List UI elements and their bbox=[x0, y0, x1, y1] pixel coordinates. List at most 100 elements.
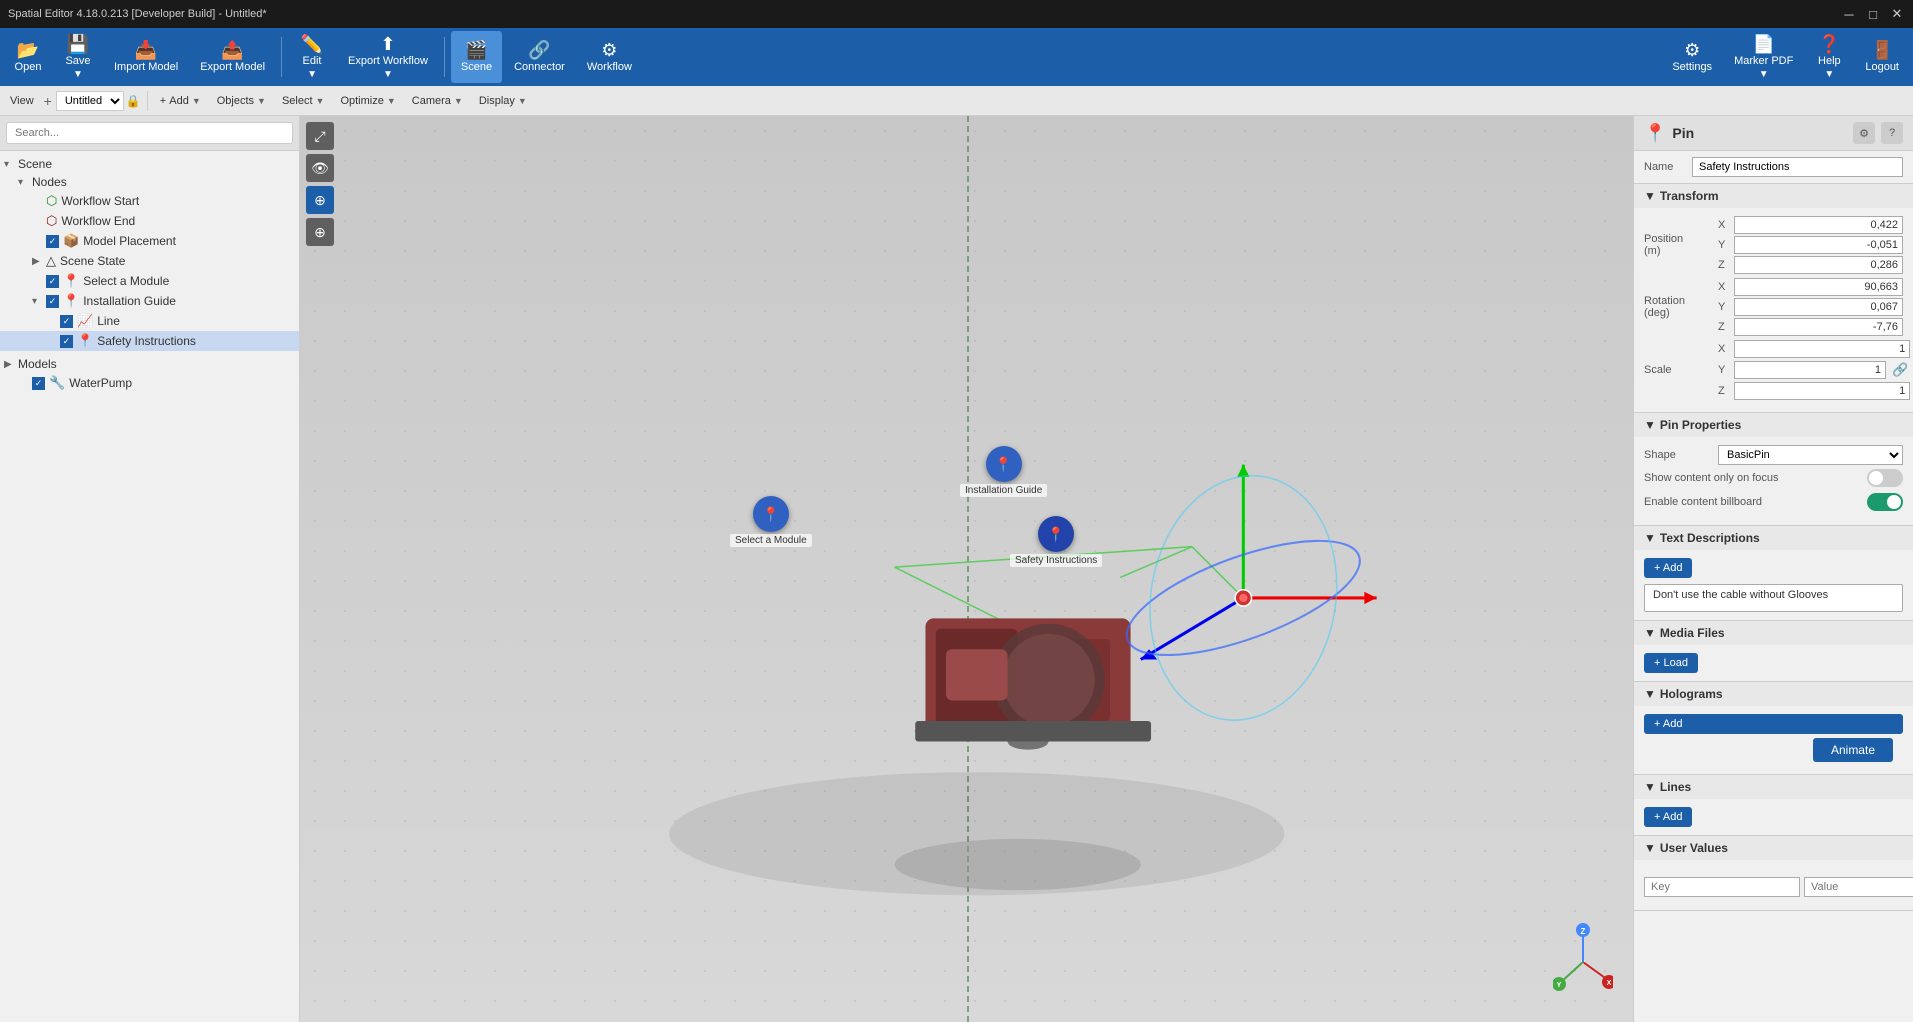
open-button[interactable]: 📂 Open bbox=[4, 31, 52, 83]
tree-item-workflow-start[interactable]: ⬡ Workflow Start bbox=[0, 191, 299, 211]
water-pump-checkbox[interactable]: ✓ bbox=[32, 377, 45, 390]
text-description-box[interactable]: Don't use the cable without Glooves bbox=[1644, 584, 1903, 612]
toolbar-right: ⚙ Settings 📄 Marker PDF ▼ ❓ Help ▼ 🚪 Log… bbox=[1662, 31, 1909, 83]
rp-help-btn[interactable]: ? bbox=[1881, 122, 1903, 144]
lines-header[interactable]: ▼ Lines bbox=[1634, 775, 1913, 799]
logout-button[interactable]: 🚪 Logout bbox=[1855, 31, 1909, 83]
search-input[interactable] bbox=[6, 122, 293, 144]
add-dropdown-arrow: ▼ bbox=[192, 96, 201, 106]
export-workflow-button[interactable]: ⬆ Export Workflow ▼ bbox=[338, 31, 438, 83]
tree-item-installation-guide[interactable]: ▾ ✓ 📍 Installation Guide bbox=[0, 291, 299, 311]
workflow-tab[interactable]: ⚙ Workflow bbox=[577, 31, 642, 83]
position-z-input[interactable] bbox=[1734, 256, 1903, 274]
rotation-z-input[interactable] bbox=[1734, 318, 1903, 336]
select-btn[interactable]: Select ▼ bbox=[276, 93, 331, 109]
text-add-button[interactable]: + Add bbox=[1644, 558, 1692, 578]
close-btn[interactable]: ✕ bbox=[1889, 6, 1905, 22]
untitled-select[interactable]: Untitled bbox=[56, 91, 124, 111]
select-dropdown-arrow: ▼ bbox=[316, 96, 325, 106]
edit-button[interactable]: ✏️ Edit ▼ bbox=[288, 31, 336, 83]
minimize-btn[interactable]: ─ bbox=[1841, 6, 1857, 22]
view-label: View bbox=[4, 93, 40, 109]
position-y-input[interactable] bbox=[1734, 236, 1903, 254]
scale-lock-icon[interactable]: 🔗 bbox=[1890, 360, 1910, 380]
scale-y-input[interactable] bbox=[1734, 361, 1886, 379]
line-checkbox[interactable]: ✓ bbox=[60, 315, 73, 328]
tree-item-safety-instructions[interactable]: ✓ 📍 Safety Instructions bbox=[0, 331, 299, 351]
models-expand-arrow[interactable]: ▶ bbox=[4, 359, 18, 370]
select-module-pin[interactable]: 📍 Select a Module bbox=[730, 496, 812, 547]
media-files-section: ▼ Media Files + Load bbox=[1634, 621, 1913, 682]
user-values-header[interactable]: ▼ User Values bbox=[1634, 836, 1913, 860]
add-btn[interactable]: + Add ▼ bbox=[154, 93, 207, 109]
tree-item-line[interactable]: ✓ 📈 Line bbox=[0, 311, 299, 331]
scale-x-input[interactable] bbox=[1734, 340, 1910, 358]
save-button[interactable]: 💾 Save ▼ bbox=[54, 31, 102, 83]
help-button[interactable]: ❓ Help ▼ bbox=[1805, 31, 1853, 83]
lock-icon: 🔒 bbox=[126, 94, 141, 108]
import-model-button[interactable]: 📥 Import Model bbox=[104, 31, 188, 83]
camera-btn[interactable]: Camera ▼ bbox=[406, 93, 469, 109]
settings-button[interactable]: ⚙ Settings bbox=[1662, 31, 1722, 83]
pin-properties-section: ▼ Pin Properties Shape BasicPin Show con… bbox=[1634, 413, 1913, 526]
installation-guide-expand-arrow[interactable]: ▾ bbox=[32, 296, 46, 307]
text-descriptions-section: ▼ Text Descriptions + Add Don't use the … bbox=[1634, 526, 1913, 621]
nodes-expand-arrow[interactable]: ▾ bbox=[18, 177, 32, 188]
export-model-button[interactable]: 📤 Export Model bbox=[190, 31, 275, 83]
scene-state-expand-arrow[interactable]: ▶ bbox=[32, 256, 46, 267]
installation-guide-checkbox[interactable]: ✓ bbox=[46, 295, 59, 308]
marker-pdf-button[interactable]: 📄 Marker PDF ▼ bbox=[1724, 31, 1803, 83]
tree-item-scene[interactable]: ▾ Scene bbox=[0, 155, 299, 173]
lines-add-button[interactable]: + Add bbox=[1644, 807, 1692, 827]
connector-tab[interactable]: 🔗 Connector bbox=[504, 31, 575, 83]
pin-properties-header[interactable]: ▼ Pin Properties bbox=[1634, 413, 1913, 437]
tree-item-model-placement[interactable]: ✓ 📦 Model Placement bbox=[0, 231, 299, 251]
holograms-header[interactable]: ▼ Holograms bbox=[1634, 682, 1913, 706]
user-values-content: + Add bbox=[1634, 860, 1913, 910]
maximize-btn[interactable]: □ bbox=[1865, 6, 1881, 22]
media-load-button[interactable]: + Load bbox=[1644, 653, 1698, 673]
holograms-add-button[interactable]: + Add bbox=[1644, 714, 1903, 734]
export-workflow-icon: ⬆ bbox=[380, 35, 395, 53]
objects-btn[interactable]: Objects ▼ bbox=[211, 93, 272, 109]
user-values-value-input[interactable] bbox=[1804, 877, 1913, 897]
model-placement-checkbox[interactable]: ✓ bbox=[46, 235, 59, 248]
media-files-header[interactable]: ▼ Media Files bbox=[1634, 621, 1913, 645]
tree-item-scene-state[interactable]: ▶ △ Scene State bbox=[0, 251, 299, 271]
tree-item-workflow-end[interactable]: ⬡ Workflow End bbox=[0, 211, 299, 231]
tree-item-select-module[interactable]: ✓ 📍 Select a Module bbox=[0, 271, 299, 291]
rot-x-label: X bbox=[1718, 281, 1730, 293]
enable-billboard-toggle[interactable] bbox=[1867, 493, 1903, 511]
position-x-input[interactable] bbox=[1734, 216, 1903, 234]
safety-instructions-pin[interactable]: 📍 Safety Instructions bbox=[1010, 516, 1102, 567]
user-values-key-input[interactable] bbox=[1644, 877, 1800, 897]
rp-name-input[interactable] bbox=[1692, 157, 1903, 177]
scale-y-label: Y bbox=[1718, 364, 1730, 376]
holograms-collapse-icon: ▼ bbox=[1644, 687, 1656, 701]
tree-item-nodes[interactable]: ▾ Nodes bbox=[0, 173, 299, 191]
scene-expand-arrow[interactable]: ▾ bbox=[4, 159, 18, 170]
rotation-y-input[interactable] bbox=[1734, 298, 1903, 316]
show-content-toggle[interactable] bbox=[1867, 469, 1903, 487]
text-descriptions-header[interactable]: ▼ Text Descriptions bbox=[1634, 526, 1913, 550]
show-content-label: Show content only on focus bbox=[1644, 472, 1859, 484]
scene-tab[interactable]: 🎬 Scene bbox=[451, 31, 502, 83]
holograms-animate-button[interactable]: Animate bbox=[1813, 738, 1893, 762]
model-placement-icon: 📦 bbox=[63, 233, 79, 249]
lines-content: + Add bbox=[1634, 799, 1913, 835]
shape-select[interactable]: BasicPin bbox=[1718, 445, 1903, 465]
safety-instructions-checkbox[interactable]: ✓ bbox=[60, 335, 73, 348]
rotation-x-input[interactable] bbox=[1734, 278, 1903, 296]
tree-item-water-pump[interactable]: ✓ 🔧 WaterPump bbox=[0, 373, 299, 393]
toolbar-separator-1 bbox=[281, 37, 282, 77]
optimize-btn[interactable]: Optimize ▼ bbox=[334, 93, 401, 109]
display-btn[interactable]: Display ▼ bbox=[473, 93, 533, 109]
scale-z-input[interactable] bbox=[1734, 382, 1910, 400]
rp-settings-btn[interactable]: ⚙ bbox=[1853, 122, 1875, 144]
transform-section-header[interactable]: ▼ Transform bbox=[1634, 184, 1913, 208]
viewport[interactable]: ⤢ 👁 ⊕ ⊕ bbox=[300, 116, 1633, 1022]
installation-guide-pin[interactable]: 📍 Installation Guide bbox=[960, 446, 1047, 497]
rotation-y-row: Y bbox=[1718, 298, 1903, 316]
select-module-checkbox[interactable]: ✓ bbox=[46, 275, 59, 288]
tree-item-models[interactable]: ▶ Models bbox=[0, 355, 299, 373]
